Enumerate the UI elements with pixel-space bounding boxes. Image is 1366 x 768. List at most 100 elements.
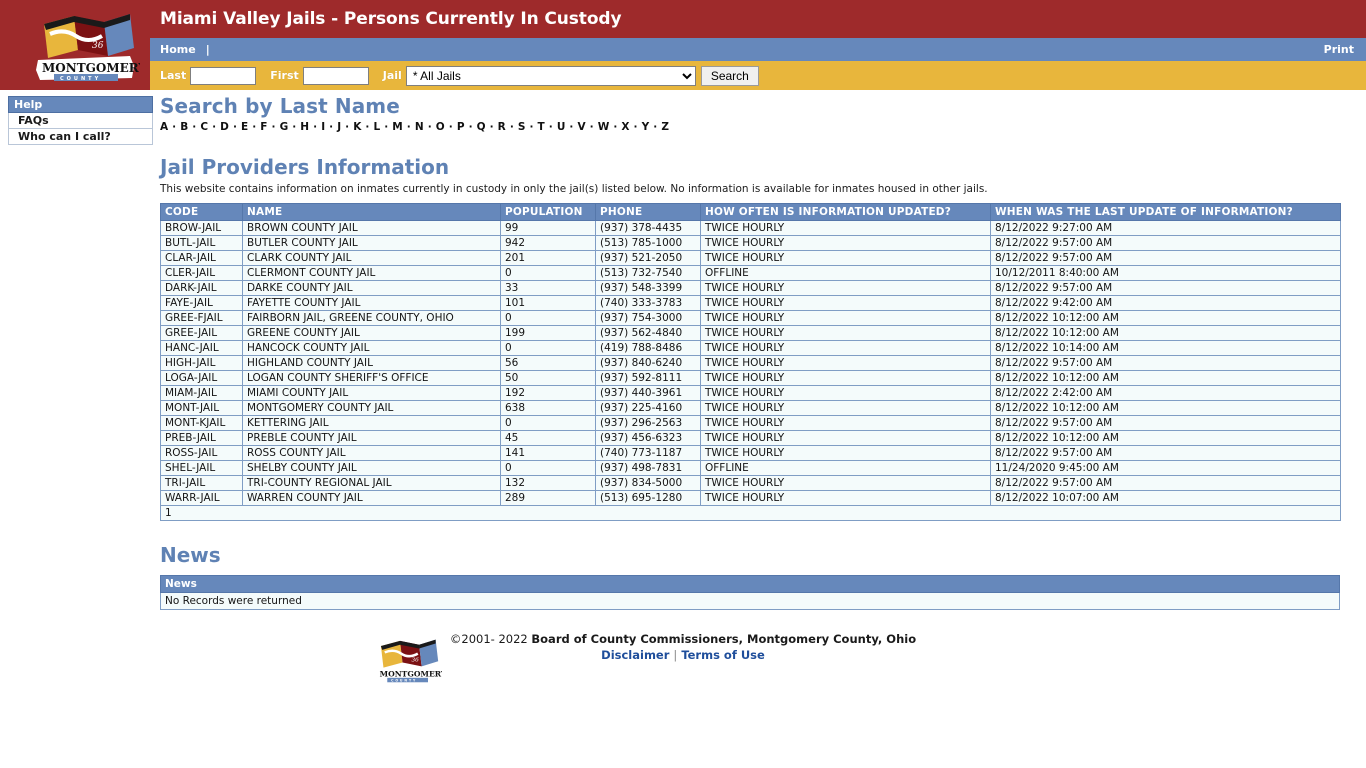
alpha-link-d[interactable]: D: [220, 121, 229, 133]
cell-name: DARKE COUNTY JAIL: [242, 280, 501, 296]
cell-population: 33: [500, 280, 596, 296]
alpha-separator: ·: [309, 121, 322, 133]
search-button[interactable]: Search: [700, 65, 759, 86]
cell-last-update: 11/24/2020 9:45:00 AM: [990, 460, 1341, 476]
cell-last-update: 10/12/2011 8:40:00 AM: [990, 265, 1341, 281]
alpha-separator: ·: [361, 121, 374, 133]
cell-update-frequency: TWICE HOURLY: [700, 475, 991, 491]
column-header-last-update[interactable]: WHEN WAS THE LAST UPDATE OF INFORMATION?: [990, 203, 1341, 221]
table-row: ROSS-JAIL ROSS COUNTY JAIL 141 (740) 773-11…: [160, 445, 1341, 461]
table-pager-row: 1: [160, 505, 1341, 521]
alpha-separator: ·: [649, 121, 662, 133]
cell-update-frequency: TWICE HOURLY: [700, 370, 991, 386]
help-sidebar: Help FAQs Who can I call?: [8, 96, 153, 145]
alpha-link-x[interactable]: X: [621, 121, 629, 133]
column-header-phone[interactable]: PHONE: [595, 203, 701, 221]
alpha-separator: ·: [444, 121, 457, 133]
alpha-link-u[interactable]: U: [557, 121, 566, 133]
print-link[interactable]: Print: [1324, 43, 1354, 56]
cell-phone: (937) 754-3000: [595, 310, 701, 326]
column-header-population[interactable]: POPULATION: [500, 203, 596, 221]
cell-last-update: 8/12/2022 9:57:00 AM: [990, 280, 1341, 296]
alpha-separator: ·: [609, 121, 622, 133]
nav-separator: |: [205, 43, 210, 56]
cell-phone: (937) 498-7831: [595, 460, 701, 476]
column-header-name[interactable]: NAME: [242, 203, 501, 221]
alpha-separator: ·: [380, 121, 393, 133]
alpha-link-n[interactable]: N: [415, 121, 424, 133]
cell-code: ROSS-JAIL: [160, 445, 243, 461]
cell-phone: (740) 333-3783: [595, 295, 701, 311]
alpha-link-r[interactable]: R: [498, 121, 506, 133]
column-header-update-frequency[interactable]: HOW OFTEN IS INFORMATION UPDATED?: [700, 203, 991, 221]
alpha-link-k[interactable]: K: [353, 121, 361, 133]
cell-name: WARREN COUNTY JAIL: [242, 490, 501, 506]
alpha-separator: ·: [229, 121, 241, 133]
main-navigation: Home | Print: [150, 38, 1366, 61]
alpha-separator: ·: [248, 121, 261, 133]
cell-code: CLER-JAIL: [160, 265, 243, 281]
table-row: MONT-KJAIL KETTERING JAIL 0 (937) 296-2563 T…: [160, 415, 1341, 431]
alpha-link-o[interactable]: O: [436, 121, 445, 133]
footer-montgomery-county-logo-icon: 36 MONTGOMERY COUNTY: [372, 634, 447, 686]
cell-name: SHELBY COUNTY JAIL: [242, 460, 501, 476]
cell-code: MONT-KJAIL: [160, 415, 243, 431]
copyright-line: ©2001- 2022 Board of County Commissioner…: [450, 632, 916, 646]
alpha-link-m[interactable]: M: [392, 121, 403, 133]
alpha-link-z[interactable]: Z: [661, 121, 669, 133]
cell-update-frequency: TWICE HOURLY: [700, 445, 991, 461]
alpha-link-f[interactable]: F: [260, 121, 267, 133]
cell-last-update: 8/12/2022 10:12:00 AM: [990, 400, 1341, 416]
alpha-link-s[interactable]: S: [518, 121, 526, 133]
jail-providers-heading: Jail Providers Information: [160, 155, 450, 179]
news-table: News No Records were returned: [160, 575, 1340, 610]
cell-population: 0: [500, 340, 596, 356]
cell-code: MIAM-JAIL: [160, 385, 243, 401]
alpha-link-q[interactable]: Q: [477, 121, 486, 133]
terms-of-use-link[interactable]: Terms of Use: [681, 648, 765, 662]
cell-update-frequency: TWICE HOURLY: [700, 400, 991, 416]
column-header-code[interactable]: CODE: [160, 203, 243, 221]
last-name-input[interactable]: [190, 66, 257, 85]
jail-select[interactable]: * All Jails: [405, 65, 696, 86]
cell-update-frequency: OFFLINE: [700, 265, 991, 281]
cell-population: 141: [500, 445, 596, 461]
alpha-link-h[interactable]: H: [300, 121, 309, 133]
sidebar-item-who-can-i-call[interactable]: Who can I call?: [8, 129, 153, 145]
nav-item-home[interactable]: Home: [160, 43, 196, 56]
cell-update-frequency: TWICE HOURLY: [700, 415, 991, 431]
alpha-link-v[interactable]: V: [577, 121, 585, 133]
cell-update-frequency: TWICE HOURLY: [700, 340, 991, 356]
first-name-input[interactable]: [302, 66, 369, 85]
pager-page-1[interactable]: 1: [165, 507, 172, 519]
sidebar-title: Help: [8, 96, 153, 113]
cell-code: GREE-FJAIL: [160, 310, 243, 326]
first-name-label: First: [270, 69, 299, 82]
cell-phone: (937) 592-8111: [595, 370, 701, 386]
cell-code: LOGA-JAIL: [160, 370, 243, 386]
cell-phone: (937) 562-4840: [595, 325, 701, 341]
cell-population: 0: [500, 265, 596, 281]
cell-last-update: 8/12/2022 10:12:00 AM: [990, 325, 1341, 341]
cell-phone: (513) 695-1280: [595, 490, 701, 506]
cell-population: 0: [500, 460, 596, 476]
cell-phone: (419) 788-8486: [595, 340, 701, 356]
cell-update-frequency: TWICE HOURLY: [700, 325, 991, 341]
disclaimer-link[interactable]: Disclaimer: [601, 648, 669, 662]
table-row: MIAM-JAIL MIAMI COUNTY JAIL 192 (937) 440-3…: [160, 385, 1341, 401]
alpha-link-w[interactable]: W: [598, 121, 610, 133]
cell-name: PREBLE COUNTY JAIL: [242, 430, 501, 446]
alpha-link-t[interactable]: T: [538, 121, 545, 133]
cell-name: ROSS COUNTY JAIL: [242, 445, 501, 461]
alpha-separator: ·: [325, 121, 338, 133]
cell-last-update: 8/12/2022 9:57:00 AM: [990, 445, 1341, 461]
table-row: TRI-JAIL TRI-COUNTY REGIONAL JAIL 132 (937)…: [160, 475, 1341, 491]
cell-name: MIAMI COUNTY JAIL: [242, 385, 501, 401]
alpha-link-p[interactable]: P: [457, 121, 465, 133]
main-content: Search by Last Name A · B · C · D · E · …: [160, 94, 1345, 610]
search-bar: Last First Jail * All Jails Search: [150, 61, 1366, 90]
table-row: DARK-JAIL DARKE COUNTY JAIL 33 (937) 548-33…: [160, 280, 1341, 296]
cell-population: 0: [500, 310, 596, 326]
cell-population: 289: [500, 490, 596, 506]
sidebar-item-faqs[interactable]: FAQs: [8, 113, 153, 129]
